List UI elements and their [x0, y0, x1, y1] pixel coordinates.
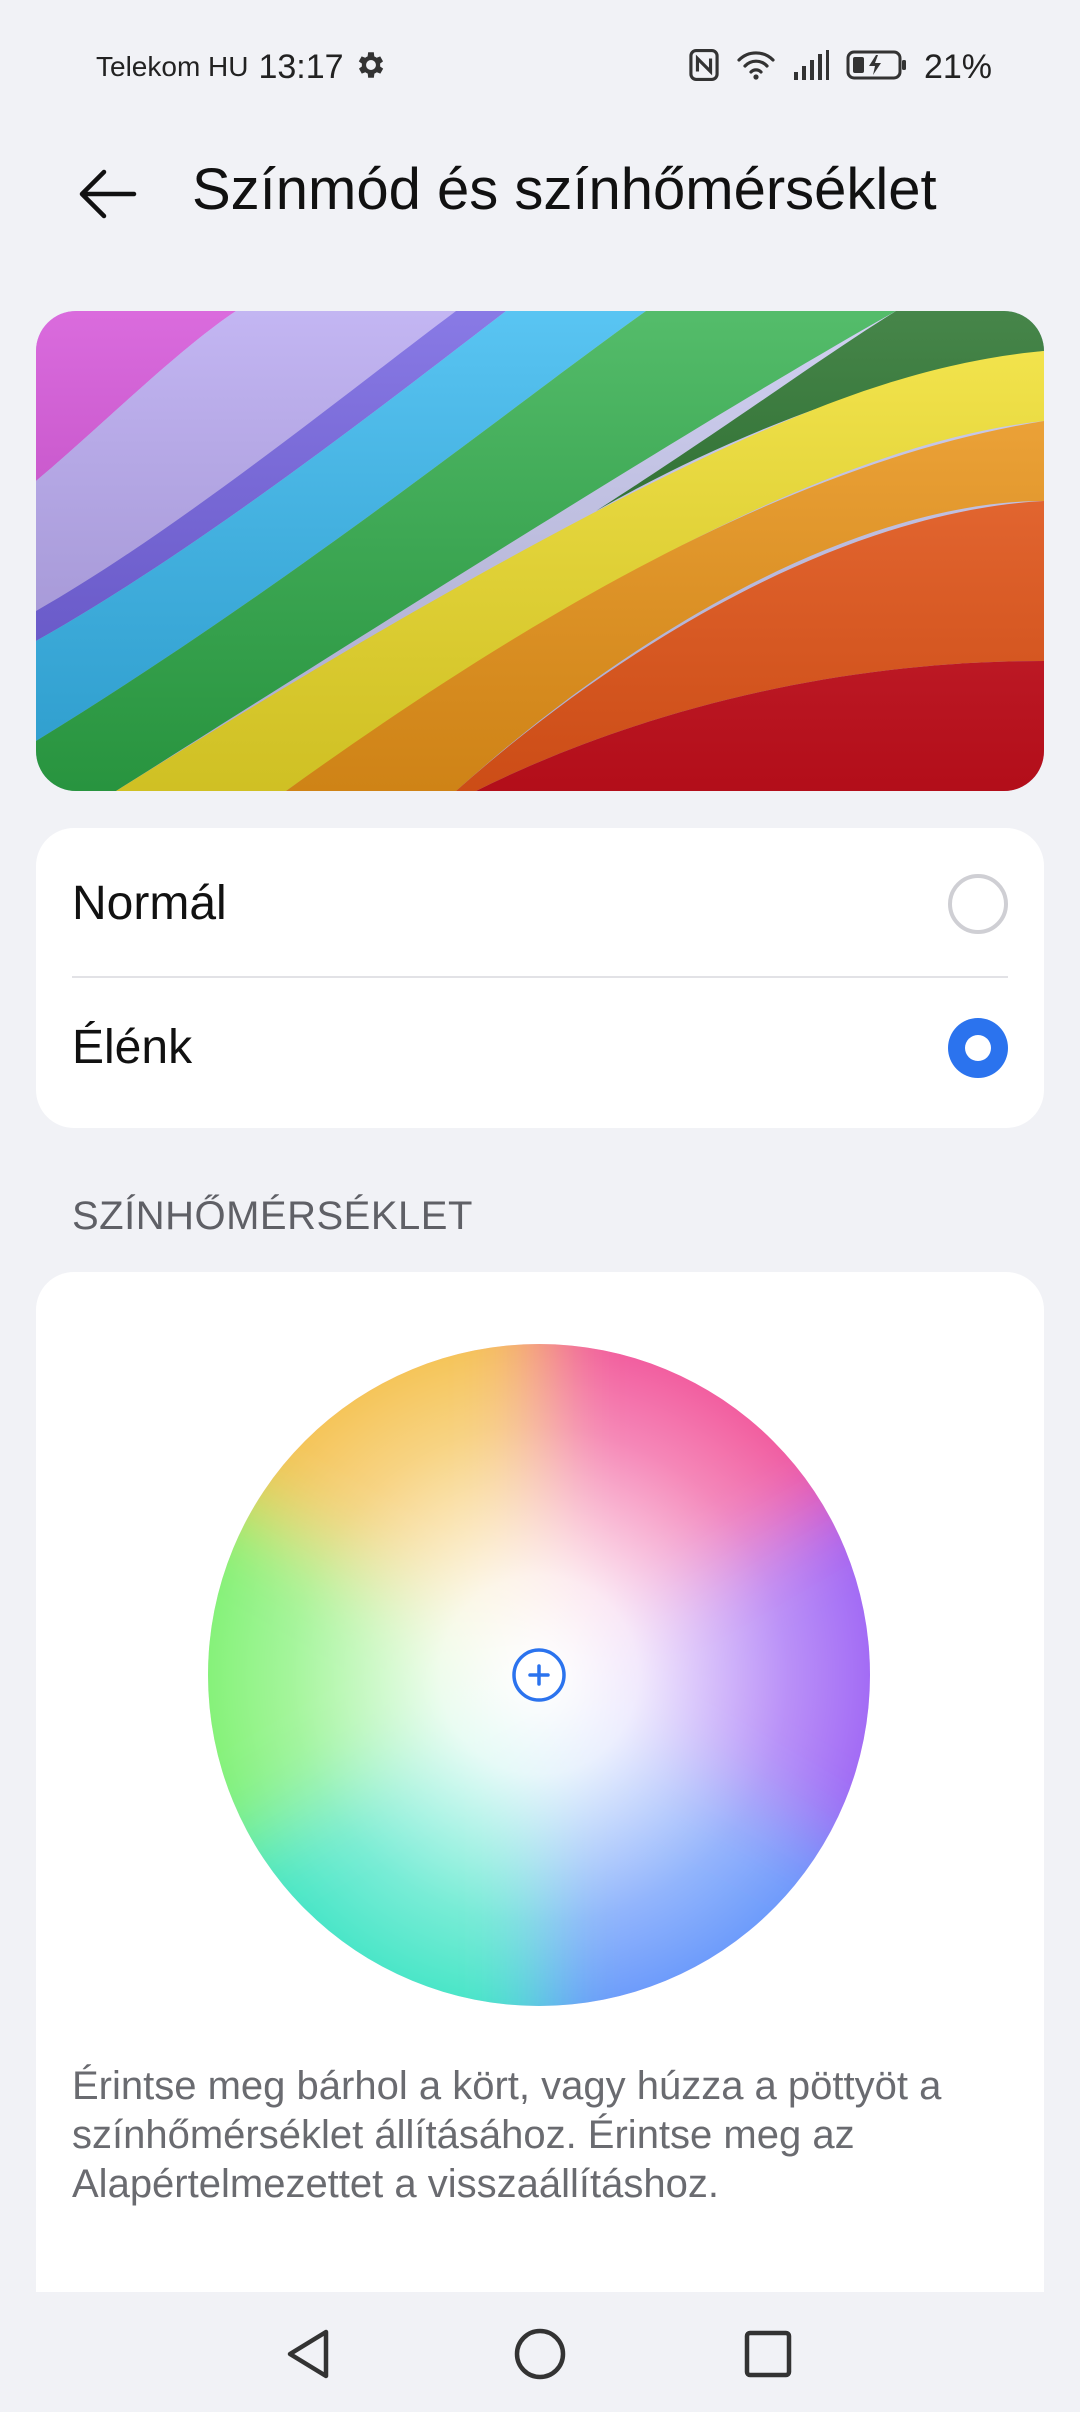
- color-wheel[interactable]: [208, 1344, 870, 2006]
- nav-home-button[interactable]: [500, 2314, 580, 2394]
- color-preview-image: [36, 311, 1044, 791]
- plus-target-icon[interactable]: [512, 1648, 566, 1702]
- status-left: Telekom HU 13:17: [96, 44, 388, 90]
- radio-button-unselected[interactable]: [948, 874, 1008, 934]
- back-triangle-icon: [287, 2329, 329, 2379]
- nav-back-button[interactable]: [268, 2314, 348, 2394]
- system-nav-bar: [0, 2296, 1080, 2412]
- settings-gear-icon: [354, 48, 388, 87]
- color-temperature-card: Érintse meg bárhol a kört, vagy húzza a …: [36, 1272, 1044, 2292]
- battery-percent: 21%: [923, 47, 992, 86]
- help-text: Érintse meg bárhol a kört, vagy húzza a …: [72, 2064, 942, 2206]
- color-mode-card: Normál Élénk: [36, 828, 1044, 1128]
- radio-button-selected[interactable]: [948, 1018, 1008, 1078]
- status-bar: Telekom HU 13:17 21%: [0, 0, 1080, 134]
- wifi-icon: [736, 48, 776, 87]
- nfc-icon: [688, 48, 720, 87]
- battery-charging-icon: [846, 48, 908, 87]
- clock: 13:17: [258, 47, 344, 86]
- cellular-signal-icon: [792, 48, 830, 87]
- title-bar: Színmód és színhőmérséklet: [0, 134, 1080, 250]
- mode-option-label: Normál: [72, 877, 227, 930]
- mode-option-vivid[interactable]: Élénk: [36, 976, 1044, 1120]
- page-title: Színmód és színhőmérséklet: [192, 157, 937, 222]
- carrier-name: Telekom HU: [96, 51, 249, 82]
- home-circle-icon: [514, 2328, 566, 2380]
- mode-option-normal[interactable]: Normál: [36, 832, 1044, 976]
- mode-option-label: Élénk: [72, 1021, 193, 1074]
- section-header-color-temperature: SZÍNHŐMÉRSÉKLET: [72, 1194, 473, 1238]
- arrow-left-icon: [79, 169, 137, 219]
- status-right: 21%: [688, 44, 992, 90]
- back-button[interactable]: [66, 152, 150, 236]
- recents-square-icon: [744, 2330, 792, 2378]
- nav-recents-button[interactable]: [728, 2314, 808, 2394]
